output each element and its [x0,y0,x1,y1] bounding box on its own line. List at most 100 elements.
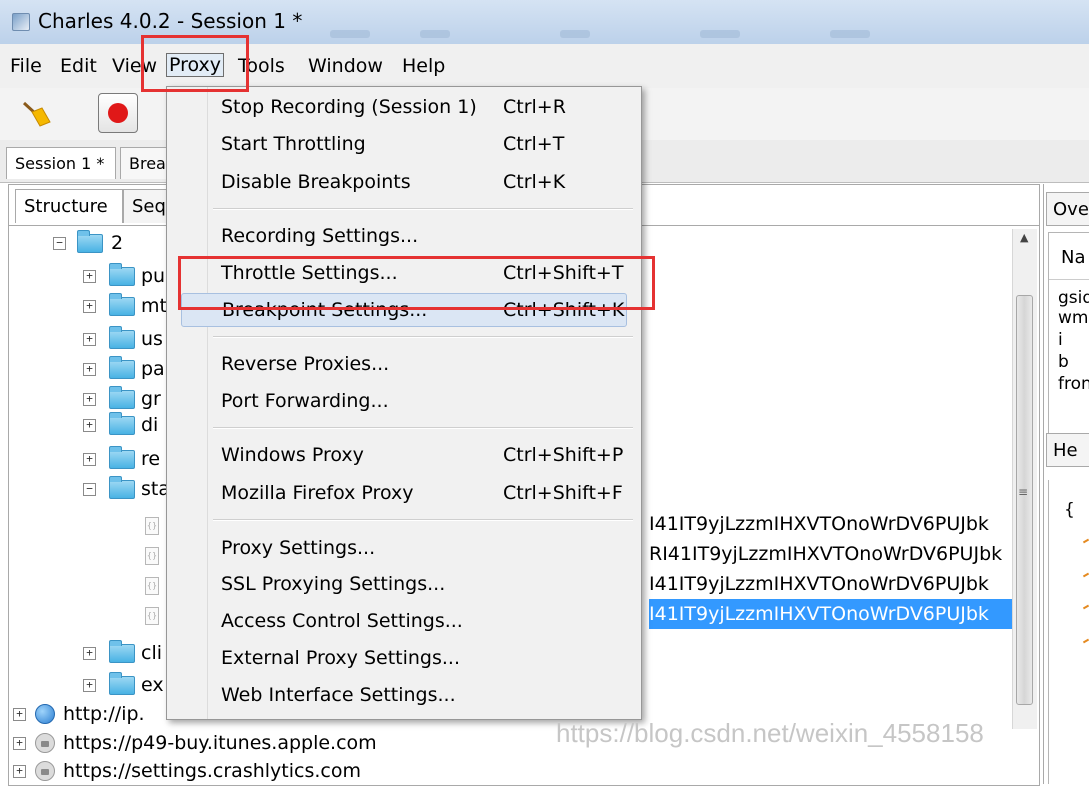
menu-help[interactable]: Help [402,55,445,77]
tree-node-host[interactable]: + https://settings.crashlytics.com [9,756,409,786]
tab-structure[interactable]: Structure [15,189,123,223]
folder-icon [109,356,135,379]
expand-icon[interactable]: + [83,363,96,376]
blurred-title-fragment [830,30,870,38]
detail-panel: Ove Na gsid wm i b fron He { [1043,184,1089,784]
request-path[interactable]: RI41IT9yjLzzmIHXVTOnoWrDV6PUJbk [649,539,1014,569]
shortcut-label: Ctrl+R [503,96,566,118]
menu-item-external-proxy-settings[interactable]: External Proxy Settings... [221,642,460,674]
tree-node-label: 2 [111,232,124,254]
window-title: Charles 4.0.2 - Session 1 * [38,9,303,33]
tab-session-1[interactable]: Session 1 * [6,147,116,179]
tree-node-label: cli [141,642,163,664]
tree-node-folder[interactable]: + pa [9,354,169,384]
menu-icon-gutter [167,87,208,719]
request-path[interactable]: I41IT9yjLzzmIHXVTOnoWrDV6PUJbk [649,569,1014,599]
lock-icon [35,733,55,753]
expand-icon[interactable]: + [83,393,96,406]
menu-separator [213,336,633,338]
record-button[interactable] [98,93,138,133]
menu-item-web-interface-settings[interactable]: Web Interface Settings... [221,679,456,711]
folder-icon [109,640,135,663]
tree-node-folder[interactable]: + re [9,444,169,474]
menu-window[interactable]: Window [308,55,383,77]
folder-icon [109,672,135,695]
menu-edit[interactable]: Edit [60,55,97,77]
tab-overview[interactable]: Ove [1046,192,1089,226]
tab-headers[interactable]: He [1046,433,1089,467]
menu-item-ssl-proxying-settings[interactable]: SSL Proxying Settings... [221,568,445,600]
menu-item-recording-settings[interactable]: Recording Settings... [221,220,418,252]
host-label: http://ip. [63,703,145,725]
expand-icon[interactable]: + [13,737,26,750]
menu-item-stop-recording[interactable]: Stop Recording (Session 1) [221,91,477,123]
tree-node-folder[interactable]: + ex [9,670,169,700]
tree-node-folder-expanded[interactable]: − sta [9,474,170,504]
menu-item-reverse-proxies[interactable]: Reverse Proxies... [221,348,389,380]
request-file-icon: {} [145,607,159,625]
header-divider [1049,279,1089,280]
tree-node-label: us [141,328,163,350]
expand-icon[interactable]: + [83,647,96,660]
tree-node-request[interactable]: {} [9,571,179,601]
overview-table: Na [1048,232,1089,444]
folder-icon [109,293,135,316]
menu-separator [213,208,633,210]
menu-item-access-control-settings[interactable]: Access Control Settings... [221,605,463,637]
blurred-title-fragment [420,30,450,38]
expand-icon[interactable]: + [83,419,96,432]
request-file-icon: {} [145,577,159,595]
host-label: https://p49-buy.itunes.apple.com [63,732,377,754]
tree-node-host[interactable]: + https://p49-buy.itunes.apple.com [9,728,409,758]
expand-icon[interactable]: + [83,679,96,692]
record-icon [108,103,128,123]
scrollbar-thumb[interactable] [1016,295,1033,705]
tree-node-folder[interactable]: + us [9,324,169,354]
folder-icon [109,386,135,409]
name-cell: fron [1058,374,1089,394]
tree-node-request[interactable]: {} [9,511,179,541]
broom-icon[interactable] [20,100,54,128]
name-cell: i [1058,330,1063,350]
request-file-icon: {} [145,547,159,565]
tree-node-request[interactable]: {} [9,541,179,571]
shortcut-label: Ctrl+Shift+F [503,482,623,504]
menu-item-disable-breakpoints[interactable]: Disable Breakpoints [221,166,411,198]
tree-node-label: ex [141,674,164,696]
tree-node-request[interactable]: {} [9,601,179,631]
menu-item-port-forwarding[interactable]: Port Forwarding... [221,385,389,417]
menu-item-start-throttling[interactable]: Start Throttling [221,128,366,160]
folder-icon [109,263,135,286]
request-path[interactable]: I41IT9yjLzzmIHXVTOnoWrDV6PUJbk [649,509,1014,539]
expand-icon[interactable]: + [83,333,96,346]
menu-item-windows-proxy[interactable]: Windows Proxy [221,439,364,471]
menu-file[interactable]: File [10,55,42,77]
expand-icon[interactable]: + [83,270,96,283]
annotation-highlight-breakpoint-settings [178,256,655,310]
name-cell: gsid [1058,288,1089,308]
folder-icon [77,230,103,253]
grip-icon: ≡ [1018,485,1029,499]
expand-icon[interactable]: + [83,300,96,313]
tree-node-root[interactable]: − 2 [9,228,169,258]
tree-node-folder[interactable]: + di [9,410,169,440]
collapse-icon[interactable]: − [83,483,96,496]
tree-node-folder[interactable]: + pu [9,261,169,291]
blurred-title-fragment [560,30,590,38]
expand-icon[interactable]: + [13,765,26,778]
expand-icon[interactable]: + [83,453,96,466]
tree-node-folder[interactable]: + cli [9,638,169,668]
lock-icon [35,761,55,781]
folder-icon [109,446,135,469]
collapse-icon[interactable]: − [53,237,66,250]
host-label: https://settings.crashlytics.com [63,760,361,782]
scroll-up-icon[interactable]: ▲ [1020,231,1028,244]
menu-item-proxy-settings[interactable]: Proxy Settings... [221,532,375,564]
menu-item-firefox-proxy[interactable]: Mozilla Firefox Proxy [221,477,413,509]
expand-icon[interactable]: + [13,708,26,721]
tree-node-folder[interactable]: + mt [9,291,169,321]
vertical-scrollbar[interactable]: ▲ ≡ [1012,229,1037,729]
menu-separator [213,427,633,429]
tab-breakpoints[interactable]: Brea [120,147,170,179]
request-path-selected[interactable]: I41IT9yjLzzmIHXVTOnoWrDV6PUJbk [649,599,1014,629]
